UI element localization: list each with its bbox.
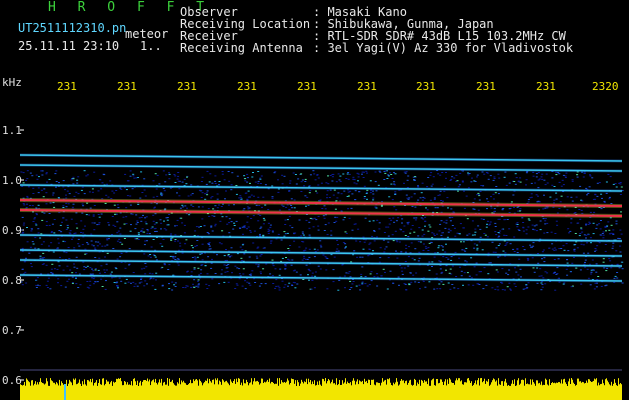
file-name: UT2511112310.pn: [18, 21, 127, 35]
antenna-label: Receiving Antenna: [180, 41, 303, 55]
x-tick-label: 231: [117, 80, 137, 93]
antenna-value: : 3el Yagi(V) Az 330 for Vladivostok: [313, 41, 574, 55]
carrier-line: [19, 164, 623, 172]
noise-marker: [64, 384, 66, 400]
hrofft-window: H R O F F T UT2511112310.pn meteor 25.11…: [0, 0, 629, 400]
carrier-line: [19, 199, 623, 207]
x-tick-label: 231: [357, 80, 377, 93]
y-tick-label: 1.0: [2, 174, 22, 187]
y-unit-label: kHz: [2, 76, 22, 89]
carrier-line: [19, 234, 623, 242]
spectrogram: [19, 129, 624, 400]
x-tick-label: 231: [177, 80, 197, 93]
noise-level-trace: [20, 378, 622, 400]
x-tick-label: 231: [536, 80, 556, 93]
x-tick-label: 231: [297, 80, 317, 93]
y-tick-label: 0.8: [2, 274, 22, 287]
carrier-line: [19, 259, 623, 267]
x-tick-label: 231: [476, 80, 496, 93]
extra-indicator: 1..: [140, 39, 162, 53]
carrier-line: [19, 249, 623, 257]
y-tick-label: 1.1: [2, 124, 22, 137]
carrier-line: [19, 274, 623, 282]
carrier-line: [19, 184, 623, 192]
y-tick-label: 0.6: [2, 374, 22, 387]
x-tick-label: 231: [57, 80, 77, 93]
timestamp: 25.11.11 23:10: [18, 39, 120, 53]
y-tick-label: 0.9: [2, 224, 22, 237]
x-tick-label: 231: [237, 80, 257, 93]
carrier-line: [19, 154, 623, 162]
y-tick-label: 0.7: [2, 324, 22, 337]
carrier-line: [19, 209, 623, 217]
x-tick-label: 2320: [592, 80, 619, 93]
x-tick-label: 231: [416, 80, 436, 93]
